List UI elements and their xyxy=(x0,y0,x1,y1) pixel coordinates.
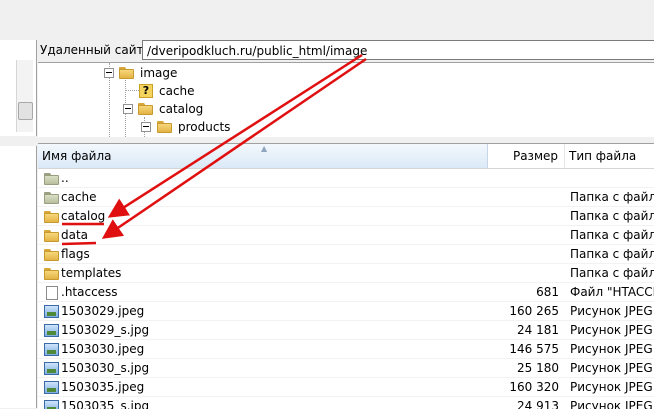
annotation-underline-data xyxy=(61,241,97,246)
annotation-arrow-catalog xyxy=(107,53,363,218)
annotation-arrow-data xyxy=(101,57,367,239)
annotation-overlay xyxy=(61,53,367,246)
